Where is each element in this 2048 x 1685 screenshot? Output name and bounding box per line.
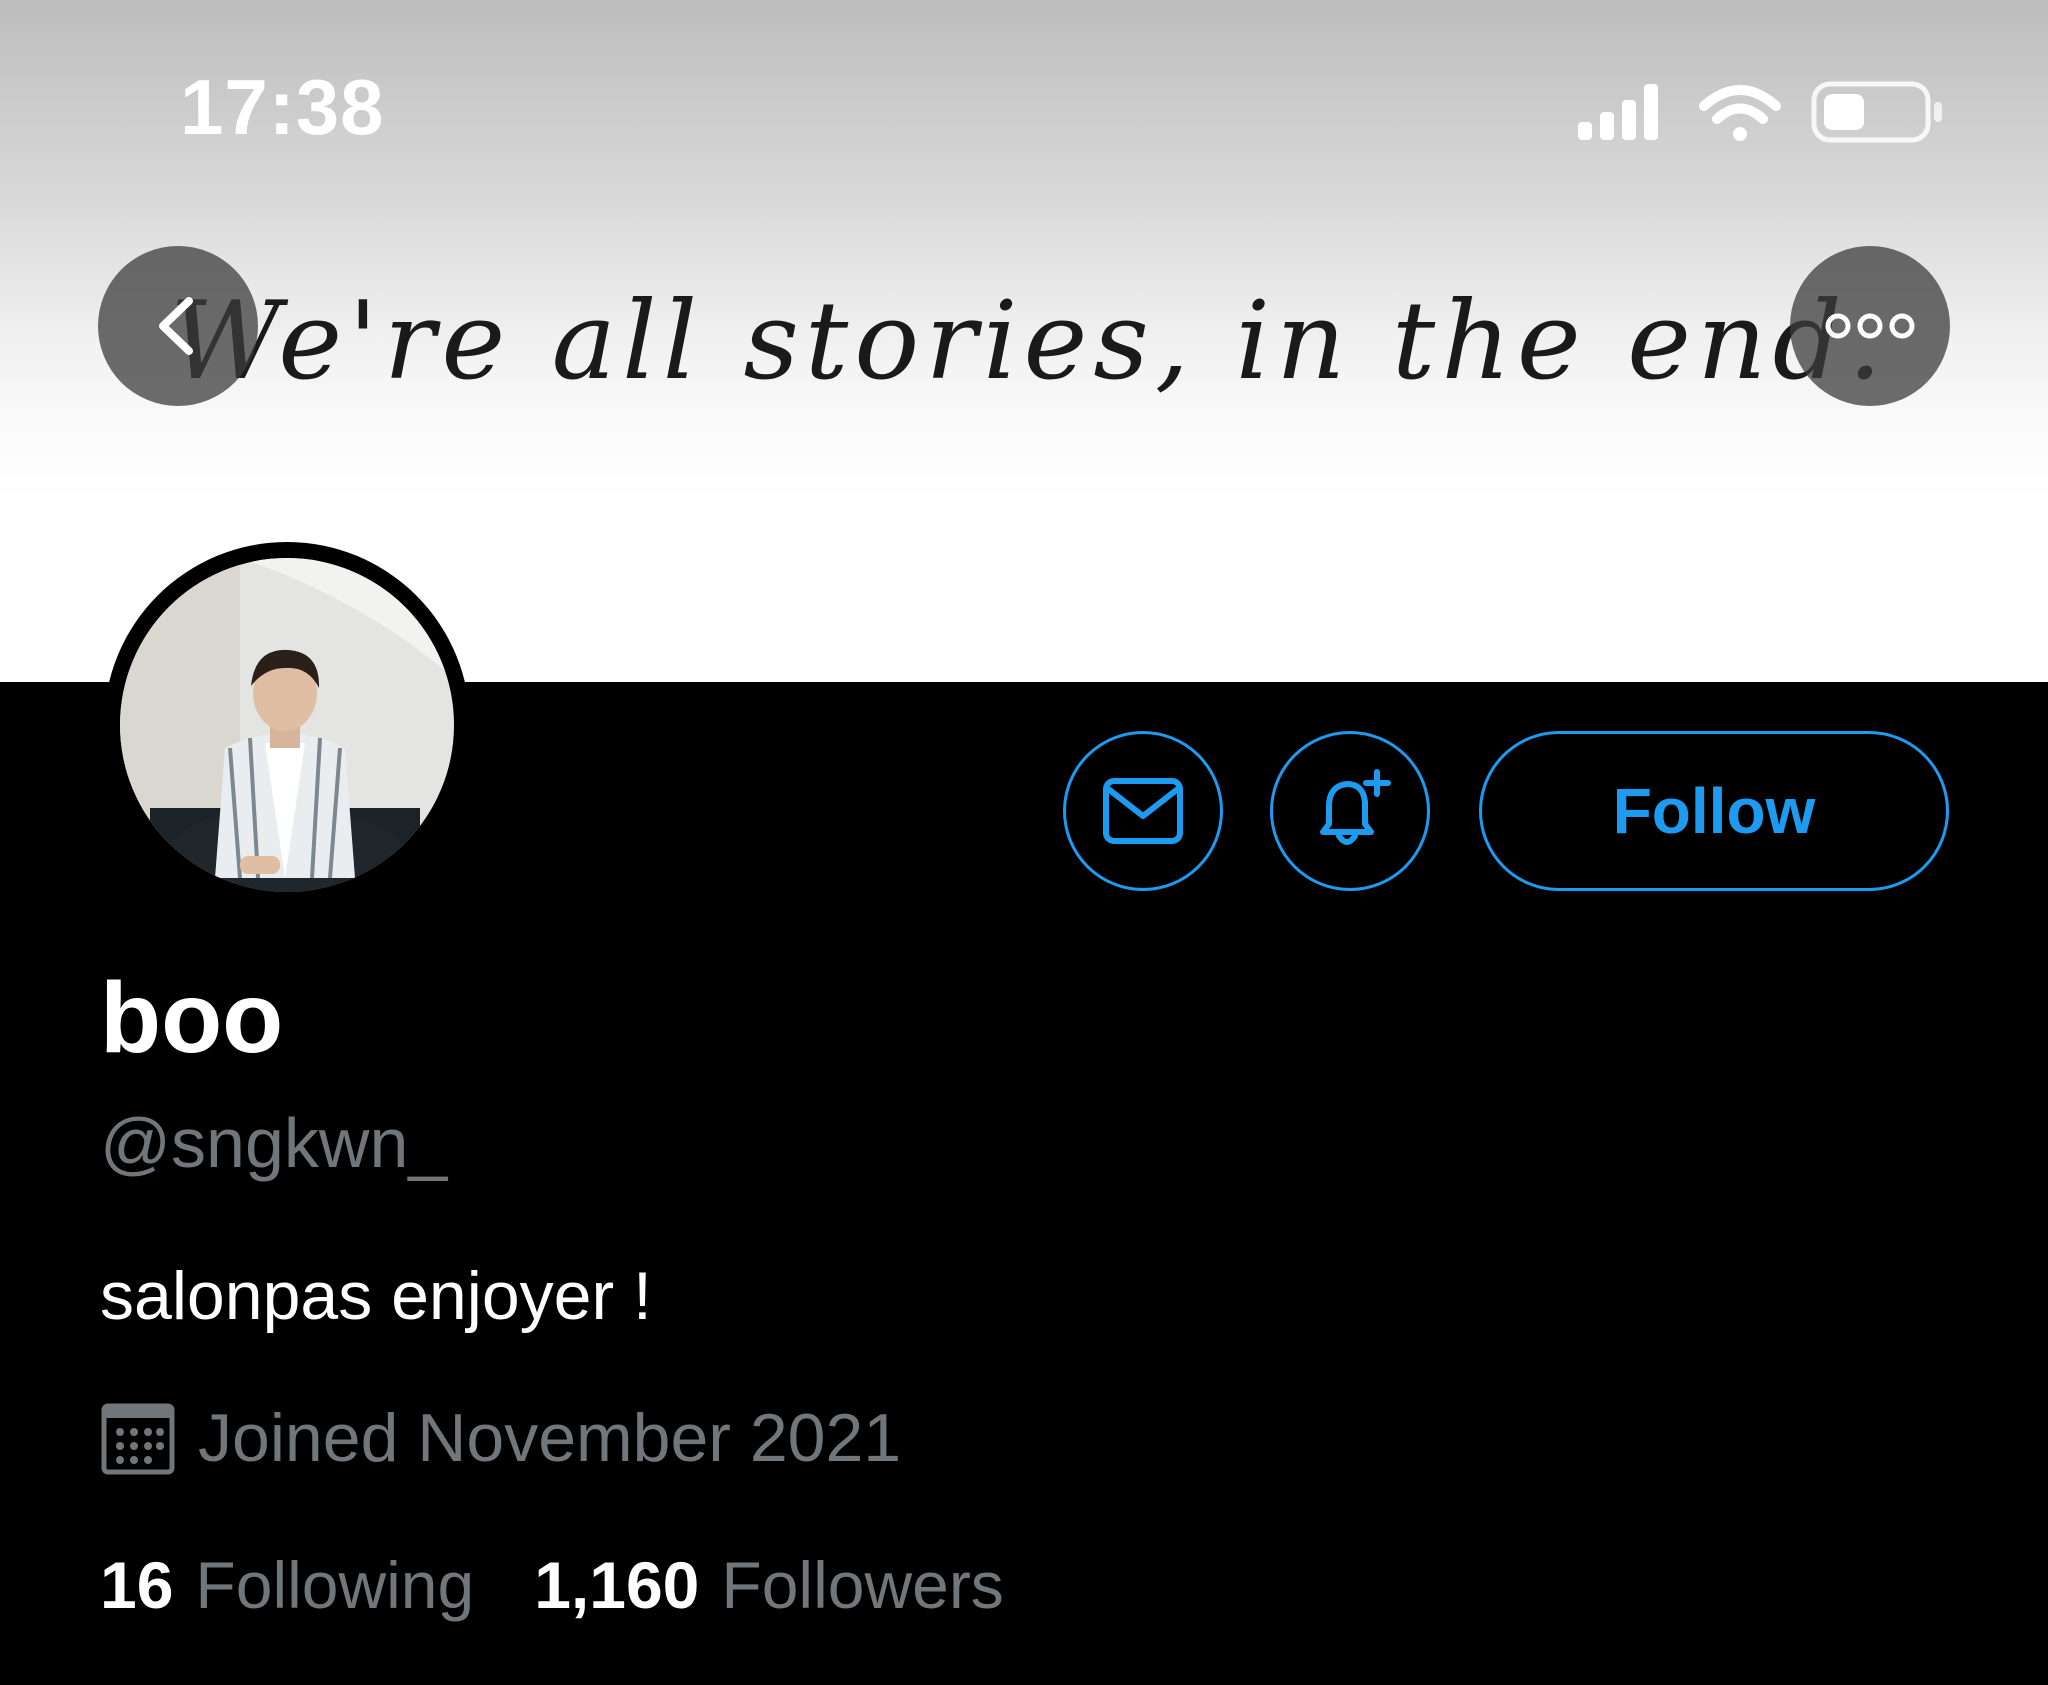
followers-count: 1,160	[534, 1548, 700, 1622]
battery-icon	[1811, 81, 1942, 143]
cellular-signal-icon	[1578, 84, 1658, 140]
profile-handle: @sngkwn_	[100, 1104, 448, 1182]
followers-link[interactable]: 1,160 Followers	[534, 1552, 1004, 1618]
follow-stats: 16 Following 1,160 Followers	[100, 1552, 1004, 1618]
avatar-photo	[120, 558, 454, 892]
profile-display-name: boo	[100, 962, 284, 1074]
following-count: 16	[100, 1548, 174, 1622]
avatar[interactable]	[120, 558, 454, 892]
message-button[interactable]	[1063, 731, 1223, 891]
profile-bio: salonpas enjoyer !	[100, 1258, 652, 1334]
calendar-icon	[101, 1403, 175, 1475]
status-bar-time: 17:38	[180, 63, 385, 151]
status-bar-icons	[1578, 81, 1942, 143]
notifications-button[interactable]	[1270, 731, 1430, 891]
joined-date: Joined November 2021	[198, 1400, 902, 1476]
followers-label: Followers	[721, 1548, 1004, 1622]
joined-date-row: Joined November 2021	[100, 1398, 901, 1478]
mail-icon	[1103, 778, 1183, 844]
avatar-ring	[104, 542, 470, 908]
more-options-button[interactable]	[1790, 246, 1950, 406]
wifi-icon	[1699, 85, 1781, 141]
follow-button[interactable]: Follow	[1479, 731, 1949, 891]
banner-quote: We're all stories, in the end.	[170, 279, 1889, 404]
back-button[interactable]	[98, 246, 258, 406]
following-label: Following	[195, 1548, 475, 1622]
following-link[interactable]: 16 Following	[100, 1552, 474, 1618]
bell-plus-icon	[1320, 769, 1391, 845]
chevron-left-icon	[159, 297, 193, 355]
more-horizontal-icon	[1825, 313, 1915, 339]
